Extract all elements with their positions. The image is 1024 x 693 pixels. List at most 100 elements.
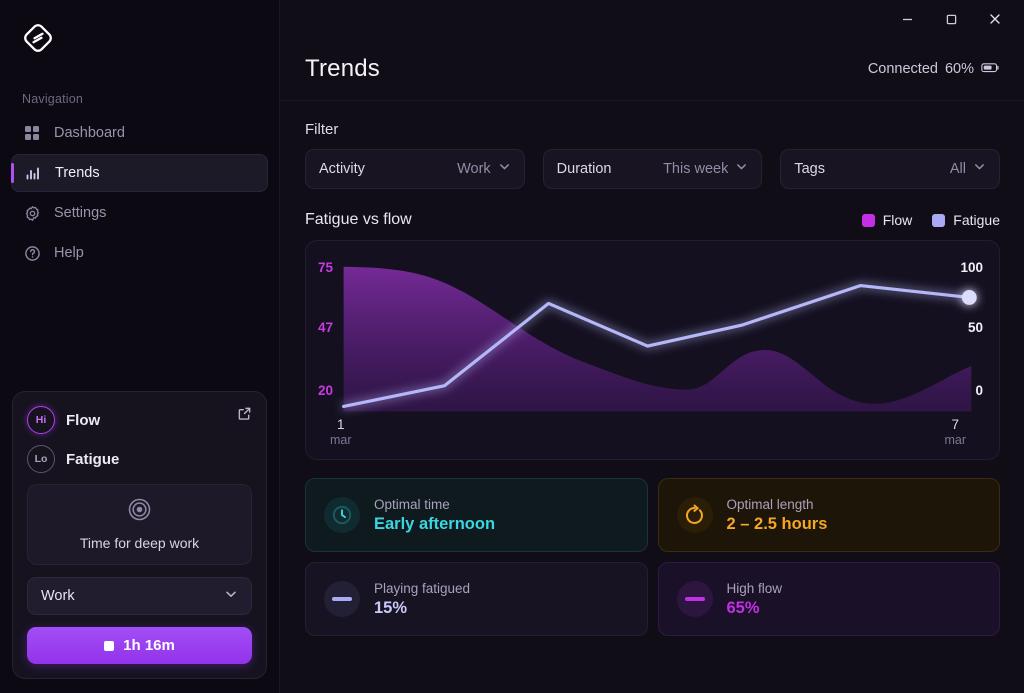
window-titlebar: [280, 0, 1024, 38]
stat-optimal-time-text: Optimal time Early afternoon: [374, 497, 495, 534]
stat-high-flow[interactable]: High flow 65%: [657, 562, 1000, 636]
x-axis-tick-end-month: mar: [944, 433, 966, 447]
stat-high-flow-label: High flow: [726, 580, 783, 596]
right-axis-tick-100: 100: [960, 260, 983, 275]
stat-playing-fatigued-label: Playing fatigued: [374, 580, 471, 596]
stat-playing-fatigued[interactable]: Playing fatigued 15%: [305, 562, 648, 636]
bar-chart-icon: [24, 164, 42, 182]
grid-icon: [23, 124, 41, 142]
right-axis-tick-50: 50: [967, 320, 983, 335]
filter-duration-control: This week: [663, 160, 748, 178]
navigation-list: Dashboard Trends Settings Help: [0, 114, 279, 274]
chart-legend: Flow Fatigue: [861, 212, 1000, 228]
close-button[interactable]: [976, 6, 1014, 32]
filter-duration[interactable]: Duration This week: [542, 149, 763, 189]
timer-arrow-icon: [676, 497, 713, 533]
legend-item-flow[interactable]: Flow: [861, 212, 912, 228]
chart-title: Fatigue vs flow: [305, 211, 412, 228]
chevron-down-icon: [973, 160, 986, 178]
fatigue-metric-row: Lo Fatigue: [27, 445, 252, 473]
left-axis-tick-75: 75: [318, 260, 334, 275]
sidebar-item-settings[interactable]: Settings: [11, 194, 268, 232]
filter-section-label: Filter: [305, 121, 339, 138]
flow-metric-label: Flow: [66, 411, 101, 429]
filter-activity[interactable]: Activity Work: [305, 149, 525, 189]
session-card: Hi Flow Lo Fatigue Time for deep work Wo…: [12, 391, 267, 679]
flow-level-badge: Hi: [27, 406, 55, 434]
sidebar-item-label: Help: [54, 245, 84, 261]
activity-select[interactable]: Work: [27, 577, 252, 615]
sidebar-item-help[interactable]: Help: [11, 234, 268, 272]
filter-tags-value: All: [949, 161, 967, 177]
stat-high-flow-text: High flow 65%: [727, 581, 783, 618]
sidebar-item-label: Dashboard: [54, 125, 125, 141]
filter-activity-label: Activity: [319, 161, 365, 177]
filter-duration-value: This week: [663, 161, 729, 177]
chart-plot: [342, 266, 977, 412]
external-link-icon[interactable]: [237, 406, 252, 426]
chevron-down-icon: [498, 160, 511, 178]
chevron-down-icon: [224, 587, 238, 605]
stop-timer-button[interactable]: 1h 16m: [27, 627, 252, 664]
stat-optimal-length[interactable]: Optimal length 2 – 2.5 hours: [657, 478, 1000, 552]
x-axis-tick-start-month: mar: [330, 433, 352, 447]
legend-swatch-flow: [861, 213, 875, 227]
sidebar-item-dashboard[interactable]: Dashboard: [11, 114, 268, 152]
left-axis-tick-47: 47: [318, 320, 334, 335]
stat-optimal-length-label: Optimal length: [726, 496, 814, 512]
dash-icon: [676, 581, 713, 617]
clock-icon: [324, 497, 360, 533]
legend-item-fatigue[interactable]: Fatigue: [932, 212, 1000, 228]
page-title: Trends: [305, 55, 381, 82]
fatigue-vs-flow-chart[interactable]: 75 47 20 100 50 0 1 mar 7 mar: [305, 240, 1000, 460]
x-axis-tick-start: 1 mar: [330, 417, 352, 447]
filter-tags-label: Tags: [794, 161, 825, 177]
main-area: Trends Connected 60% Filter Activity Wor…: [280, 0, 1024, 693]
target-icon: [127, 498, 152, 526]
stop-icon: [104, 640, 115, 651]
stat-playing-fatigued-value: 15%: [374, 598, 408, 617]
sidebar: Navigation Dashboard Trends Settings Hel…: [0, 0, 280, 693]
legend-label-fatigue: Fatigue: [953, 212, 1000, 228]
navigation-section-label: Navigation: [22, 92, 84, 106]
x-axis-tick-end-day: 7: [951, 417, 959, 432]
maximize-button[interactable]: [932, 6, 970, 32]
suggestion-box: Time for deep work: [27, 484, 252, 565]
flow-metric-row: Hi Flow: [27, 406, 252, 434]
app-logo: [24, 24, 52, 52]
battery-level-label: 60%: [944, 61, 974, 77]
filter-bar: Activity Work Duration This week Tags Al…: [305, 149, 1001, 189]
question-circle-icon: [23, 244, 41, 262]
connection-status: Connected 60%: [868, 61, 1000, 78]
fatigue-metric-label: Fatigue: [66, 450, 120, 468]
left-axis-tick-20: 20: [318, 383, 334, 398]
app-window: Navigation Dashboard Trends Settings Hel…: [0, 0, 1024, 693]
page-content: Filter Activity Work Duration This week: [280, 101, 1024, 636]
stats-grid: Optimal time Early afternoon Optimal len…: [305, 478, 1000, 636]
filter-duration-label: Duration: [556, 161, 612, 177]
x-axis-tick-start-day: 1: [337, 417, 345, 432]
sidebar-item-trends[interactable]: Trends: [11, 154, 268, 192]
stat-optimal-time[interactable]: Optimal time Early afternoon: [305, 478, 648, 552]
stat-optimal-length-text: Optimal length 2 – 2.5 hours: [727, 497, 828, 534]
minimize-button[interactable]: [888, 6, 926, 32]
sidebar-item-label: Trends: [55, 165, 100, 181]
filter-activity-value: Work: [457, 161, 491, 177]
suggestion-text: Time for deep work: [79, 535, 200, 551]
gear-icon: [23, 204, 41, 222]
dash-icon: [324, 581, 360, 617]
x-axis-tick-end: 7 mar: [944, 417, 966, 447]
dash-glyph: [684, 597, 705, 601]
filter-tags[interactable]: Tags All: [780, 149, 1001, 189]
dash-glyph: [332, 597, 352, 601]
stat-optimal-length-value: 2 – 2.5 hours: [726, 514, 828, 533]
fatigue-endpoint-marker: [961, 290, 977, 305]
logo-container: [0, 0, 279, 74]
stat-high-flow-value: 65%: [726, 598, 760, 617]
battery-icon: [981, 61, 1000, 78]
legend-swatch-fatigue: [932, 213, 946, 227]
connection-status-label: Connected: [867, 61, 938, 77]
fatigue-level-badge: Lo: [27, 445, 55, 473]
activity-select-value: Work: [41, 588, 75, 604]
